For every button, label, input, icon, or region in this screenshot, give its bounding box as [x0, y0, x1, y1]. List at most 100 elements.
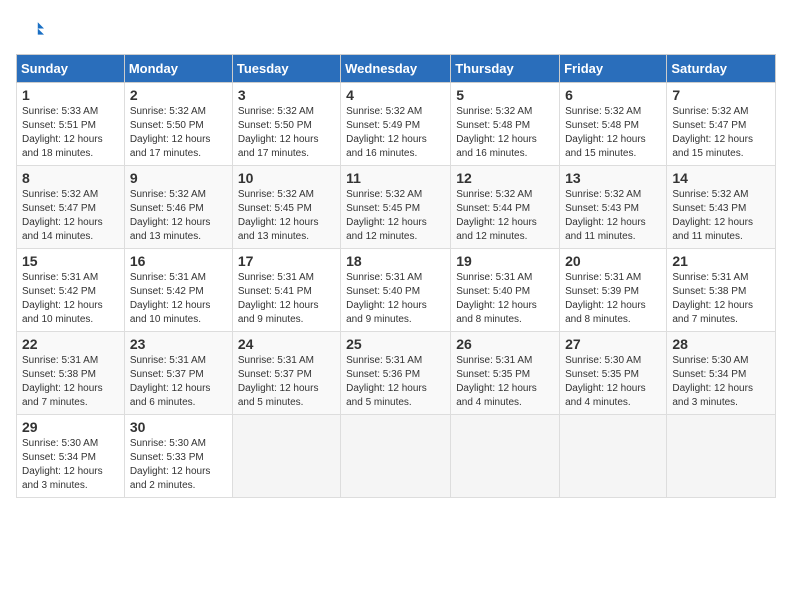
day-number: 14: [672, 170, 770, 186]
day-info: Sunrise: 5:32 AM Sunset: 5:48 PM Dayligh…: [565, 105, 661, 161]
day-number: 21: [672, 253, 770, 269]
day-number: 2: [130, 87, 227, 103]
day-info: Sunrise: 5:30 AM Sunset: 5:34 PM Dayligh…: [22, 437, 119, 493]
calendar-cell: 28 Sunrise: 5:30 AM Sunset: 5:34 PM Dayli…: [667, 332, 776, 415]
day-number: 26: [456, 336, 554, 352]
calendar-cell: 30 Sunrise: 5:30 AM Sunset: 5:33 PM Dayli…: [124, 415, 232, 498]
col-header-friday: Friday: [560, 55, 667, 83]
day-info: Sunrise: 5:31 AM Sunset: 5:37 PM Dayligh…: [130, 354, 227, 410]
calendar-week-row: 22Sunrise: 5:31 AM Sunset: 5:38 PM Dayli…: [17, 332, 776, 415]
calendar-week-row: 29 Sunrise: 5:30 AM Sunset: 5:34 PM Dayli…: [17, 415, 776, 498]
day-info: Sunrise: 5:32 AM Sunset: 5:49 PM Dayligh…: [346, 105, 445, 161]
day-info: Sunrise: 5:32 AM Sunset: 5:43 PM Dayligh…: [672, 188, 770, 244]
calendar-cell: 10Sunrise: 5:32 AM Sunset: 5:45 PM Dayli…: [232, 166, 340, 249]
day-info: Sunrise: 5:33 AM Sunset: 5:51 PM Dayligh…: [22, 105, 119, 161]
calendar-cell: 21 Sunrise: 5:31 AM Sunset: 5:38 PM Dayli…: [667, 249, 776, 332]
day-info: Sunrise: 5:31 AM Sunset: 5:42 PM Dayligh…: [130, 271, 227, 327]
day-info: Sunrise: 5:32 AM Sunset: 5:47 PM Dayligh…: [672, 105, 770, 161]
calendar-cell: 6 Sunrise: 5:32 AM Sunset: 5:48 PM Daylig…: [560, 83, 667, 166]
day-number: 1: [22, 87, 119, 103]
page-header: [16, 16, 776, 44]
calendar-cell: 18Sunrise: 5:31 AM Sunset: 5:40 PM Dayli…: [341, 249, 451, 332]
col-header-saturday: Saturday: [667, 55, 776, 83]
day-info: Sunrise: 5:31 AM Sunset: 5:39 PM Dayligh…: [565, 271, 661, 327]
day-info: Sunrise: 5:31 AM Sunset: 5:37 PM Dayligh…: [238, 354, 335, 410]
calendar-week-row: 8 Sunrise: 5:32 AM Sunset: 5:47 PM Daylig…: [17, 166, 776, 249]
calendar-cell: [451, 415, 560, 498]
col-header-sunday: Sunday: [17, 55, 125, 83]
logo-icon: [16, 16, 44, 44]
day-number: 16: [130, 253, 227, 269]
calendar-cell: 20 Sunrise: 5:31 AM Sunset: 5:39 PM Dayli…: [560, 249, 667, 332]
calendar-cell: 29 Sunrise: 5:30 AM Sunset: 5:34 PM Dayli…: [17, 415, 125, 498]
calendar-cell: [232, 415, 340, 498]
day-number: 6: [565, 87, 661, 103]
calendar-cell: 16 Sunrise: 5:31 AM Sunset: 5:42 PM Dayli…: [124, 249, 232, 332]
day-number: 19: [456, 253, 554, 269]
day-info: Sunrise: 5:32 AM Sunset: 5:44 PM Dayligh…: [456, 188, 554, 244]
day-info: Sunrise: 5:32 AM Sunset: 5:43 PM Dayligh…: [565, 188, 661, 244]
day-info: Sunrise: 5:32 AM Sunset: 5:46 PM Dayligh…: [130, 188, 227, 244]
calendar-table: SundayMondayTuesdayWednesdayThursdayFrid…: [16, 54, 776, 498]
day-info: Sunrise: 5:32 AM Sunset: 5:47 PM Dayligh…: [22, 188, 119, 244]
calendar-cell: 2 Sunrise: 5:32 AM Sunset: 5:50 PM Daylig…: [124, 83, 232, 166]
col-header-thursday: Thursday: [451, 55, 560, 83]
calendar-cell: 1 Sunrise: 5:33 AM Sunset: 5:51 PM Daylig…: [17, 83, 125, 166]
calendar-cell: 25Sunrise: 5:31 AM Sunset: 5:36 PM Dayli…: [341, 332, 451, 415]
calendar-cell: [667, 415, 776, 498]
calendar-cell: 24 Sunrise: 5:31 AM Sunset: 5:37 PM Dayli…: [232, 332, 340, 415]
calendar-week-row: 15 Sunrise: 5:31 AM Sunset: 5:42 PM Dayli…: [17, 249, 776, 332]
calendar-cell: [341, 415, 451, 498]
day-info: Sunrise: 5:31 AM Sunset: 5:38 PM Dayligh…: [22, 354, 119, 410]
day-info: Sunrise: 5:31 AM Sunset: 5:40 PM Dayligh…: [456, 271, 554, 327]
day-info: Sunrise: 5:32 AM Sunset: 5:50 PM Dayligh…: [130, 105, 227, 161]
calendar-cell: 14 Sunrise: 5:32 AM Sunset: 5:43 PM Dayli…: [667, 166, 776, 249]
day-number: 3: [238, 87, 335, 103]
day-info: Sunrise: 5:31 AM Sunset: 5:38 PM Dayligh…: [672, 271, 770, 327]
day-info: Sunrise: 5:30 AM Sunset: 5:34 PM Dayligh…: [672, 354, 770, 410]
day-number: 28: [672, 336, 770, 352]
calendar-cell: 27Sunrise: 5:30 AM Sunset: 5:35 PM Dayli…: [560, 332, 667, 415]
day-number: 24: [238, 336, 335, 352]
day-info: Sunrise: 5:32 AM Sunset: 5:45 PM Dayligh…: [346, 188, 445, 244]
calendar-cell: 22Sunrise: 5:31 AM Sunset: 5:38 PM Dayli…: [17, 332, 125, 415]
day-number: 11: [346, 170, 445, 186]
calendar-cell: 7 Sunrise: 5:32 AM Sunset: 5:47 PM Daylig…: [667, 83, 776, 166]
calendar-cell: 12 Sunrise: 5:32 AM Sunset: 5:44 PM Dayli…: [451, 166, 560, 249]
day-number: 5: [456, 87, 554, 103]
calendar-cell: 23 Sunrise: 5:31 AM Sunset: 5:37 PM Dayli…: [124, 332, 232, 415]
calendar-cell: 3 Sunrise: 5:32 AM Sunset: 5:50 PM Daylig…: [232, 83, 340, 166]
day-number: 9: [130, 170, 227, 186]
day-info: Sunrise: 5:32 AM Sunset: 5:48 PM Dayligh…: [456, 105, 554, 161]
calendar-cell: 15 Sunrise: 5:31 AM Sunset: 5:42 PM Dayli…: [17, 249, 125, 332]
day-number: 13: [565, 170, 661, 186]
calendar-cell: 17Sunrise: 5:31 AM Sunset: 5:41 PM Dayli…: [232, 249, 340, 332]
day-number: 30: [130, 419, 227, 435]
day-number: 20: [565, 253, 661, 269]
calendar-cell: 26Sunrise: 5:31 AM Sunset: 5:35 PM Dayli…: [451, 332, 560, 415]
day-info: Sunrise: 5:32 AM Sunset: 5:50 PM Dayligh…: [238, 105, 335, 161]
day-number: 18: [346, 253, 445, 269]
day-number: 12: [456, 170, 554, 186]
day-number: 17: [238, 253, 335, 269]
day-number: 4: [346, 87, 445, 103]
logo: [16, 16, 48, 44]
day-number: 7: [672, 87, 770, 103]
col-header-monday: Monday: [124, 55, 232, 83]
day-number: 23: [130, 336, 227, 352]
col-header-tuesday: Tuesday: [232, 55, 340, 83]
day-info: Sunrise: 5:31 AM Sunset: 5:42 PM Dayligh…: [22, 271, 119, 327]
calendar-cell: 4 Sunrise: 5:32 AM Sunset: 5:49 PM Daylig…: [341, 83, 451, 166]
day-number: 27: [565, 336, 661, 352]
calendar-cell: 13 Sunrise: 5:32 AM Sunset: 5:43 PM Dayli…: [560, 166, 667, 249]
calendar-cell: 5 Sunrise: 5:32 AM Sunset: 5:48 PM Daylig…: [451, 83, 560, 166]
day-number: 15: [22, 253, 119, 269]
calendar-cell: 8 Sunrise: 5:32 AM Sunset: 5:47 PM Daylig…: [17, 166, 125, 249]
day-number: 29: [22, 419, 119, 435]
day-number: 10: [238, 170, 335, 186]
day-number: 8: [22, 170, 119, 186]
calendar-cell: 11 Sunrise: 5:32 AM Sunset: 5:45 PM Dayli…: [341, 166, 451, 249]
day-info: Sunrise: 5:31 AM Sunset: 5:36 PM Dayligh…: [346, 354, 445, 410]
day-info: Sunrise: 5:30 AM Sunset: 5:33 PM Dayligh…: [130, 437, 227, 493]
calendar-header-row: SundayMondayTuesdayWednesdayThursdayFrid…: [17, 55, 776, 83]
